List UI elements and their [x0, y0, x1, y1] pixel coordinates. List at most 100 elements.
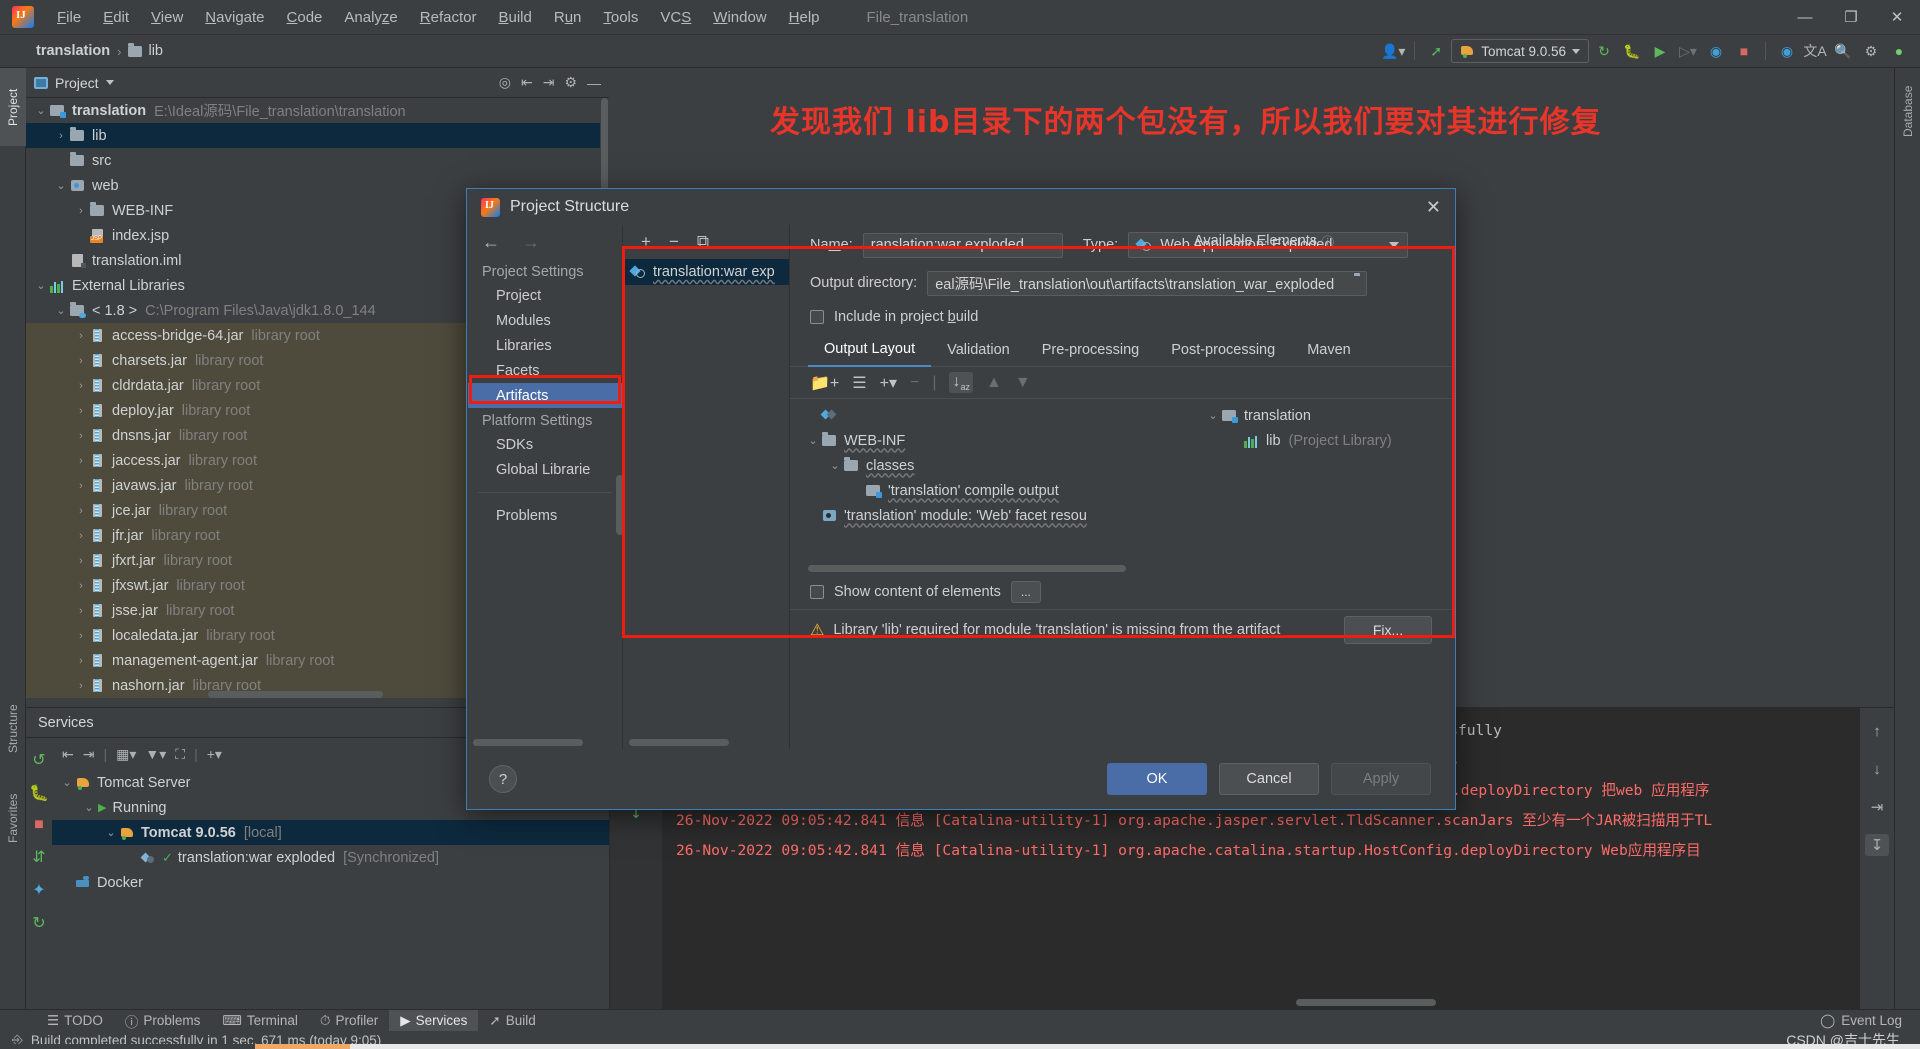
scroll-to-end-icon[interactable]: ↧	[1865, 834, 1889, 856]
menu-edit[interactable]: Edit	[92, 5, 140, 30]
menu-analyze[interactable]: Analyze	[333, 5, 408, 30]
artifact-icon[interactable]: ✦	[32, 880, 45, 900]
event-log-button[interactable]: ◯ Event Log	[1820, 1013, 1902, 1029]
nav-item-modules[interactable]: Modules	[468, 308, 622, 333]
menu-file[interactable]: File	[46, 5, 92, 30]
tree-expander-icon[interactable]: ⌄	[52, 304, 70, 317]
artifact-tab-output-layout[interactable]: Output Layout	[808, 333, 932, 367]
apply-button[interactable]: Apply	[1331, 763, 1431, 795]
tree-expander-icon[interactable]: ⌄	[58, 776, 76, 789]
services-tree-row[interactable]: Docker	[52, 870, 609, 895]
tree-expander-icon[interactable]: ⌄	[32, 279, 50, 292]
tree-expander-icon[interactable]: ›	[72, 455, 90, 467]
debug-icon[interactable]: 🐛	[1619, 39, 1645, 63]
tree-expander-icon[interactable]: ›	[72, 605, 90, 617]
tool-tab-structure[interactable]: Structure	[0, 688, 26, 770]
fix-button[interactable]: Fix...	[1344, 615, 1432, 644]
add-service-icon[interactable]: +▾	[207, 746, 222, 763]
menu-run[interactable]: Run	[543, 5, 593, 30]
menu-code[interactable]: Code	[276, 5, 334, 30]
menu-view[interactable]: View	[140, 5, 194, 30]
add-artifact-icon[interactable]: +	[641, 232, 651, 252]
menu-tools[interactable]: Tools	[592, 5, 649, 30]
sort-icon[interactable]: ↓az	[949, 371, 973, 394]
menu-window[interactable]: Window	[702, 5, 777, 30]
artifact-list-hscrollbar[interactable]	[627, 738, 785, 747]
artifact-list-item[interactable]: translation:war exp	[623, 259, 789, 285]
expand-all-icon[interactable]: ⇤	[62, 746, 74, 763]
tree-expander-icon[interactable]: ›	[72, 355, 90, 367]
stop-icon[interactable]: ■	[34, 816, 44, 834]
minimize-button[interactable]: —	[1782, 0, 1828, 34]
tree-expander-icon[interactable]: ›	[72, 530, 90, 542]
tree-expander-icon[interactable]: ›	[72, 405, 90, 417]
stop-icon[interactable]: ■	[1731, 39, 1757, 63]
menu-vcs[interactable]: VCS	[649, 5, 702, 30]
nav-item-libraries[interactable]: Libraries	[468, 333, 622, 358]
tree-expander-icon[interactable]: ›	[72, 380, 90, 392]
artifact-tab-pre-processing[interactable]: Pre-processing	[1026, 333, 1156, 367]
collapse-all-icon[interactable]: ⇥	[543, 74, 555, 91]
debug-icon[interactable]: 🐛	[29, 783, 49, 803]
bottom-tab-problems[interactable]: ⓘ Problems	[114, 1010, 212, 1032]
nav-item-artifacts[interactable]: Artifacts	[468, 383, 622, 408]
artifact-name-input[interactable]: ranslation:war exploded	[862, 232, 1063, 258]
create-directory-icon[interactable]: 📁+	[810, 373, 839, 393]
tree-expander-icon[interactable]: ›	[72, 205, 90, 217]
locate-icon[interactable]: ◎	[499, 74, 511, 91]
menu-build[interactable]: Build	[487, 5, 542, 30]
show-content-checkbox[interactable]	[810, 585, 824, 599]
breadcrumb-project[interactable]: translation	[36, 43, 110, 59]
tree-expander-icon[interactable]: ›	[52, 130, 70, 142]
tree-expander-icon[interactable]: ⌄	[826, 459, 844, 472]
back-arrow-icon[interactable]: ←	[482, 232, 500, 253]
group-icon[interactable]: ▦▾	[116, 746, 136, 763]
project-tree-row[interactable]: › lib	[26, 123, 600, 148]
tree-expander-icon[interactable]: ⌄	[80, 801, 98, 814]
nav-item-sdks[interactable]: SDKs	[468, 432, 622, 457]
output-layout-row[interactable]: 'translation' compile output	[790, 478, 1176, 503]
output-layout-row[interactable]	[790, 403, 1176, 428]
tool-tab-database[interactable]: Database	[1895, 68, 1920, 154]
profile-icon[interactable]: ▷▾	[1675, 39, 1701, 63]
help-button[interactable]: ?	[489, 765, 517, 793]
artifact-tab-post-processing[interactable]: Post-processing	[1155, 333, 1291, 367]
scroll-up-icon[interactable]: ↑	[1865, 720, 1889, 742]
tree-expander-icon[interactable]: ›	[72, 655, 90, 667]
include-in-build-checkbox[interactable]	[810, 310, 824, 324]
nav-item-global-libraries[interactable]: Global Librarie	[468, 457, 622, 482]
project-panel-title[interactable]: Project	[34, 75, 114, 91]
nav-item-facets[interactable]: Facets	[468, 358, 622, 383]
collapse-all-icon[interactable]: ⇥	[83, 746, 95, 763]
plugin-icon[interactable]: ●	[1886, 39, 1912, 63]
available-element-row[interactable]: ⌄ translation	[1190, 403, 1454, 428]
browse-folder-icon[interactable]	[1354, 276, 1360, 292]
scroll-down-icon[interactable]: ↓	[1865, 758, 1889, 780]
output-layout-hscrollbar[interactable]	[808, 564, 1178, 573]
tool-tab-project[interactable]: Project	[0, 68, 26, 146]
copy-artifact-icon[interactable]: ⧉	[697, 232, 709, 252]
search-icon[interactable]: 🔍	[1830, 39, 1856, 63]
create-archive-icon[interactable]: ☰	[852, 373, 866, 393]
output-layout-row[interactable]: ⌄ classes	[790, 453, 1176, 478]
run-with-coverage-icon[interactable]: ▶	[1647, 39, 1673, 63]
nav-item-project[interactable]: Project	[468, 283, 622, 308]
filter-icon[interactable]: ▼▾	[145, 746, 166, 763]
translate-icon[interactable]: 文A	[1802, 39, 1828, 63]
tree-expander-icon[interactable]: ⌄	[804, 434, 822, 447]
run-icon[interactable]: ↻	[1591, 39, 1617, 63]
artifact-tab-maven[interactable]: Maven	[1291, 333, 1367, 367]
help-circle-icon[interactable]: ⓘ	[1321, 232, 1334, 251]
maximize-button[interactable]: ❐	[1828, 0, 1874, 34]
bottom-tab-profiler[interactable]: ⏱ Profiler	[309, 1010, 389, 1032]
expand-all-icon[interactable]: ⇤	[521, 74, 533, 91]
run-configuration-selector[interactable]: Tomcat 9.0.56	[1451, 39, 1589, 63]
soft-wrap-icon[interactable]: ⇥	[1865, 796, 1889, 818]
hide-icon[interactable]: —	[587, 75, 601, 91]
tree-expander-icon[interactable]: ›	[72, 480, 90, 492]
close-button[interactable]: ✕	[1874, 0, 1920, 34]
tree-expander-icon[interactable]: ›	[72, 580, 90, 592]
update-app-icon[interactable]: ◉	[1774, 39, 1800, 63]
remove-artifact-icon[interactable]: −	[669, 232, 679, 252]
tree-expander-icon[interactable]: ›	[72, 330, 90, 342]
